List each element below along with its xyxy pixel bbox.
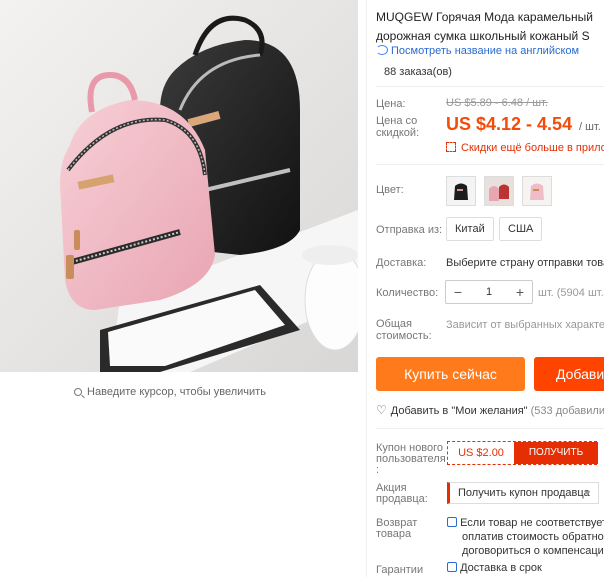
quantity-label: Количество: xyxy=(376,287,439,299)
returns-line-1: Если товар не соответствует xyxy=(460,517,604,529)
zoom-hint: Наведите курсор, чтобы увеличить xyxy=(0,386,340,398)
divider xyxy=(376,164,604,165)
add-to-cart-button[interactable]: Добави xyxy=(534,357,604,391)
translate-icon xyxy=(376,45,388,55)
returns-line-2: оплатив стоимость обратной xyxy=(462,531,604,543)
discount-price-label-2: скидкой: xyxy=(376,127,420,139)
add-to-wishlist[interactable]: ♡ Добавить в "Мои желания" (533 добавили) xyxy=(376,403,604,417)
buy-now-button[interactable]: Купить сейчас xyxy=(376,357,525,391)
quantity-decrease-button[interactable]: − xyxy=(446,281,470,303)
delivery-value: Выберите страну отправки товар xyxy=(446,257,604,269)
product-gallery: Наведите курсор, чтобы увеличить xyxy=(0,0,358,577)
price-unit: / шт. xyxy=(579,121,601,133)
guarantee-value: Доставка в срок xyxy=(447,562,542,574)
quantity-input[interactable]: 1 xyxy=(470,281,508,303)
product-main-image[interactable] xyxy=(0,0,358,372)
chevron-down-icon: ▼ xyxy=(583,488,592,498)
delivery-label: Доставка: xyxy=(376,257,427,269)
ship-from-usa[interactable]: США xyxy=(499,217,543,241)
product-title-line-2: дорожная сумка школьный кожаный S xyxy=(376,29,590,43)
product-title: MUQGEW Горячая Мода карамельный дорожная… xyxy=(376,8,604,46)
translate-link-text[interactable]: Посмотреть название на английском xyxy=(391,45,579,57)
qr-code-icon xyxy=(446,142,456,152)
quantity-increase-button[interactable]: + xyxy=(508,281,532,303)
color-option-black[interactable] xyxy=(446,176,476,206)
divider xyxy=(376,86,604,87)
original-price: US $5.89 - 6.48 / шт. xyxy=(446,97,548,109)
product-title-line-1: MUQGEW Горячая Мода карамельный xyxy=(376,10,593,24)
color-option-mixed[interactable] xyxy=(484,176,514,206)
ship-from-china[interactable]: Китай xyxy=(446,217,494,241)
shield-icon xyxy=(447,562,457,572)
guarantee-label: Гарантии xyxy=(376,564,424,576)
product-info-panel: MUQGEW Горячая Мода карамельный дорожная… xyxy=(366,0,604,577)
magnifier-icon xyxy=(74,388,83,396)
seller-coupon-dropdown[interactable]: Получить купон продавца ▼ xyxy=(447,482,599,504)
returns-icon xyxy=(447,517,457,527)
app-promo-link[interactable]: Скидки ещё больше в прило xyxy=(446,142,604,154)
seller-promo-label-2: продавца: xyxy=(376,493,428,505)
quantity-stepper: − 1 + xyxy=(445,280,533,304)
returns-policy: Если товар не соответствует оплатив стои… xyxy=(447,516,604,558)
divider xyxy=(376,428,604,429)
returns-line-3: договориться о компенсаци xyxy=(462,545,604,557)
heart-icon: ♡ xyxy=(376,403,387,417)
wishlist-text[interactable]: Добавить в "Мои желания" xyxy=(391,405,528,417)
orders-count: 88 заказа(ов) xyxy=(384,66,452,78)
seller-coupon-text[interactable]: Получить купон продавца xyxy=(458,487,590,499)
total-value: Зависит от выбранных характер xyxy=(446,319,604,331)
color-label: Цвет: xyxy=(376,184,404,196)
new-user-coupon-label-3: : xyxy=(376,464,380,476)
wishlist-count: (533 добавили) xyxy=(530,405,604,417)
discount-price-label-1: Цена со xyxy=(376,115,418,127)
new-user-coupon-label-2: пользователя xyxy=(376,453,446,465)
returns-label-2: товара xyxy=(376,528,412,540)
price-label: Цена: xyxy=(376,98,406,110)
new-user-coupon: US $2.00 ПОЛУЧИТЬ xyxy=(447,441,598,465)
total-label-2: стоимость: xyxy=(376,330,432,342)
app-promo-text[interactable]: Скидки ещё больше в прило xyxy=(461,142,604,154)
zoom-hint-text: Наведите курсор, чтобы увеличить xyxy=(87,386,266,398)
guarantee-text: Доставка в срок xyxy=(460,562,542,574)
translate-title-link[interactable]: Посмотреть название на английском xyxy=(376,45,579,57)
get-coupon-button[interactable]: ПОЛУЧИТЬ xyxy=(514,442,598,464)
discount-price: US $4.12 - 4.54 xyxy=(446,114,573,134)
color-option-pink[interactable] xyxy=(522,176,552,206)
coupon-amount: US $2.00 xyxy=(448,442,514,464)
stock-count: шт. (5904 шт. xyxy=(538,287,604,299)
total-label-1: Общая xyxy=(376,318,412,330)
ship-from-label: Отправка из: xyxy=(376,224,443,236)
